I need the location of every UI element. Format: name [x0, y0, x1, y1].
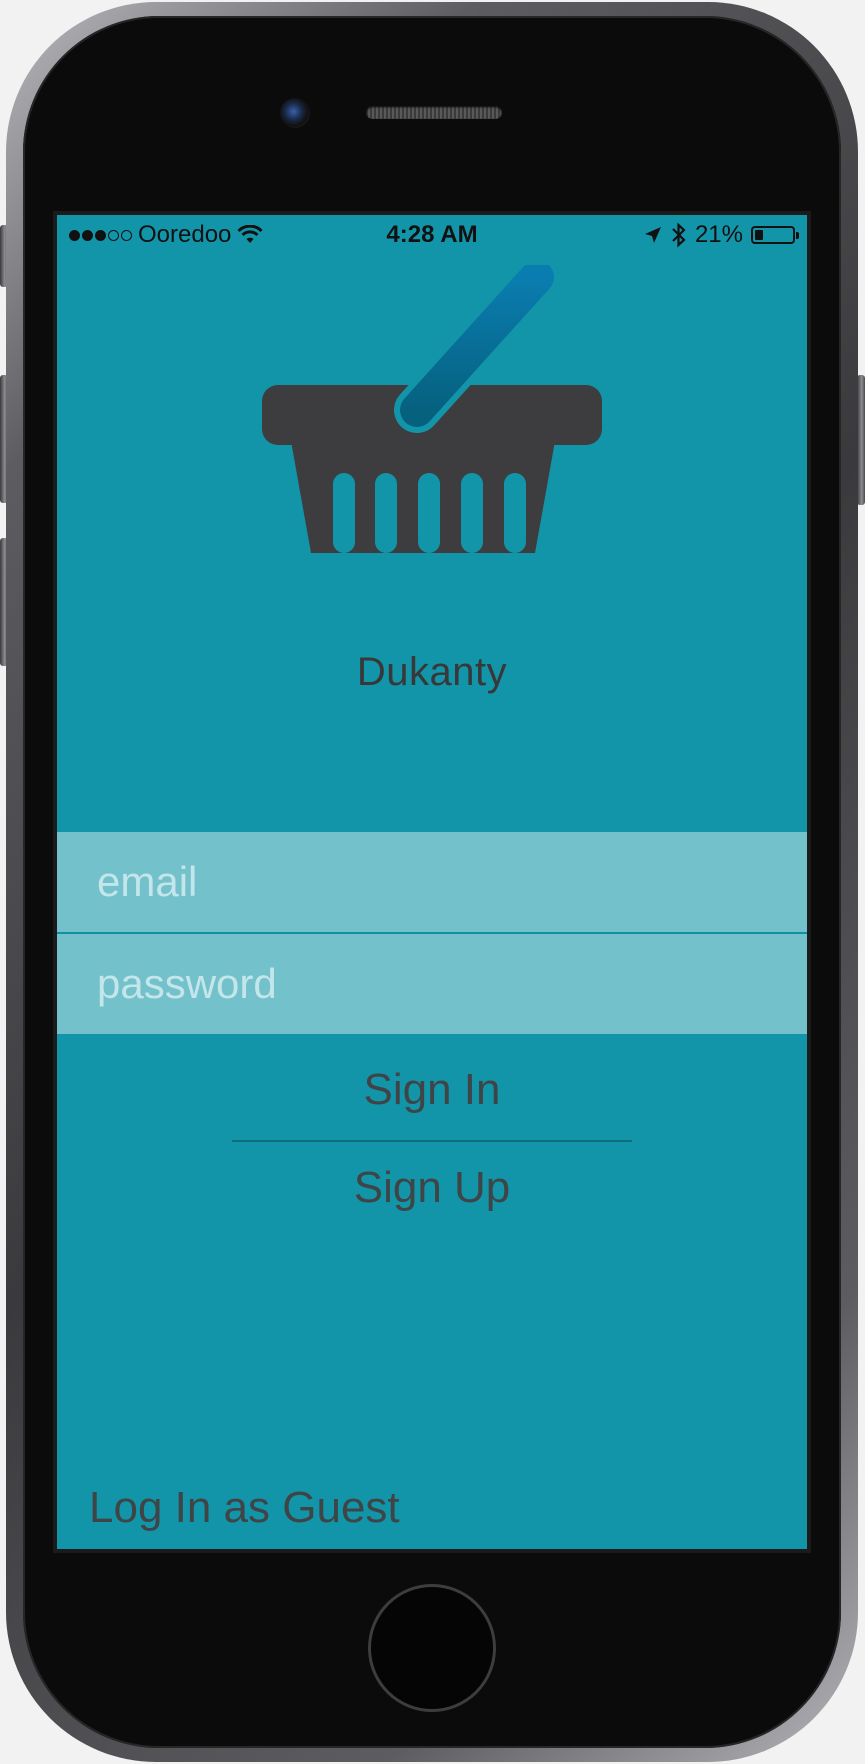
- battery-level: [755, 230, 763, 240]
- bluetooth-icon: [672, 222, 686, 248]
- brand-logo: Dukanty: [57, 265, 807, 694]
- brand-name: Dukanty: [356, 650, 508, 694]
- front-camera: [280, 98, 310, 128]
- battery-percentage: 21%: [694, 221, 743, 248]
- earpiece-speaker: [366, 106, 502, 119]
- app-screen: Ooredoo 4:28 AM 21% Dukanty email Sign I…: [53, 211, 811, 1553]
- status-right: 21%: [643, 221, 799, 249]
- button-divider: [232, 1140, 632, 1142]
- status-bar: Ooredoo 4:28 AM 21%: [57, 215, 807, 255]
- email-field[interactable]: [57, 832, 807, 932]
- location-arrow-icon: [644, 227, 661, 243]
- shopping-basket-icon: [262, 265, 602, 553]
- guest-login-link[interactable]: Log In as Guest: [89, 1483, 400, 1533]
- home-button[interactable]: [368, 1584, 496, 1712]
- device-frame: Ooredoo 4:28 AM 21% Dukanty email Sign I…: [0, 0, 865, 1764]
- sign-in-button[interactable]: Sign In: [232, 1045, 632, 1135]
- battery-icon: [751, 226, 799, 244]
- power-button: [857, 375, 865, 505]
- password-field[interactable]: [57, 934, 807, 1034]
- sign-up-button[interactable]: Sign Up: [232, 1143, 632, 1233]
